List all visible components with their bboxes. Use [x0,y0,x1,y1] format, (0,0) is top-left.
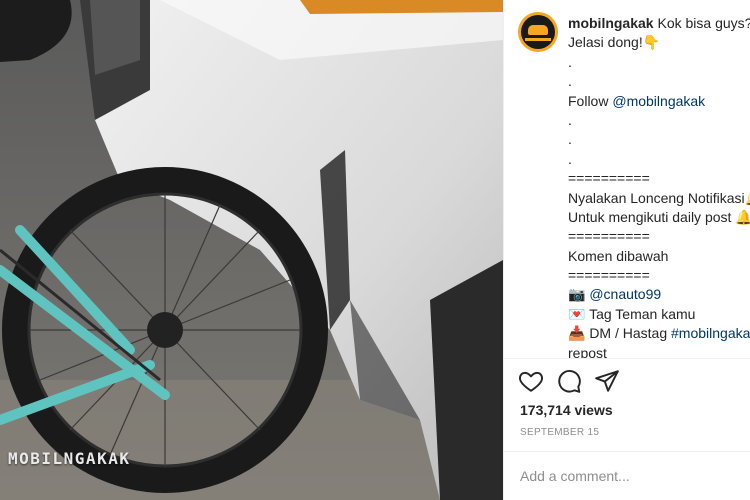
comment-bubble-icon[interactable] [556,368,582,394]
caption-line: . [568,111,572,128]
caption-line: . [568,131,572,148]
post-caption: mobilngakak Kok bisa guys?😁 Jelasi dong!👇… [568,14,750,358]
caption-line: repost [568,344,607,358]
video-watermark: MOBILNGAKAK [8,449,131,468]
caption-line: ========== [568,170,650,187]
avatar[interactable] [518,12,558,52]
caption-line: Follow @mobilngakak [568,92,706,109]
comment-input[interactable] [520,466,740,486]
caption-line: Komen dibawah [568,247,669,264]
caption-line: 📥 DM / Hastag #mobilngakak [568,324,750,343]
caption-line: Jelasi dong!👇 [568,34,661,51]
divider [504,358,750,359]
caption-line: mobilngakak Kok bisa guys?😁 [568,15,750,31]
post-date[interactable]: SEPTEMBER 15 [520,427,599,438]
heart-icon[interactable] [518,368,544,394]
post-sidebar: mobilngakak Kok bisa guys?😁 Jelasi dong!👇… [503,0,750,500]
caption-line: ========== [568,267,650,284]
caption-line: 💌 Tag Teman kamu [568,305,696,322]
caption-line: ========== [568,228,650,245]
post-video[interactable]: MOBILNGAKAK [0,0,503,500]
divider [504,451,750,452]
video-frame [0,0,503,500]
caption-line: Nyalakan Lonceng Notifikasi🔔 [568,189,750,206]
share-plane-icon[interactable] [594,368,620,394]
username-link[interactable]: mobilngakak [568,15,654,31]
caption-line: Untuk mengikuti daily post 🔔 [568,208,750,225]
caption-link[interactable]: #mobilngakak [671,325,750,341]
caption-link[interactable]: @cnauto99 [589,286,661,302]
view-count[interactable]: 173,714 views [520,402,613,418]
caption-area: mobilngakak Kok bisa guys?😁 Jelasi dong!👇… [504,0,750,358]
caption-line: 📷 @cnauto99 [568,286,662,303]
caption-line: . [568,53,572,70]
caption-line: . [568,150,572,167]
caption-link[interactable]: @mobilngakak [612,93,705,109]
car-logo-icon [521,15,555,49]
caption-line: . [568,73,572,90]
